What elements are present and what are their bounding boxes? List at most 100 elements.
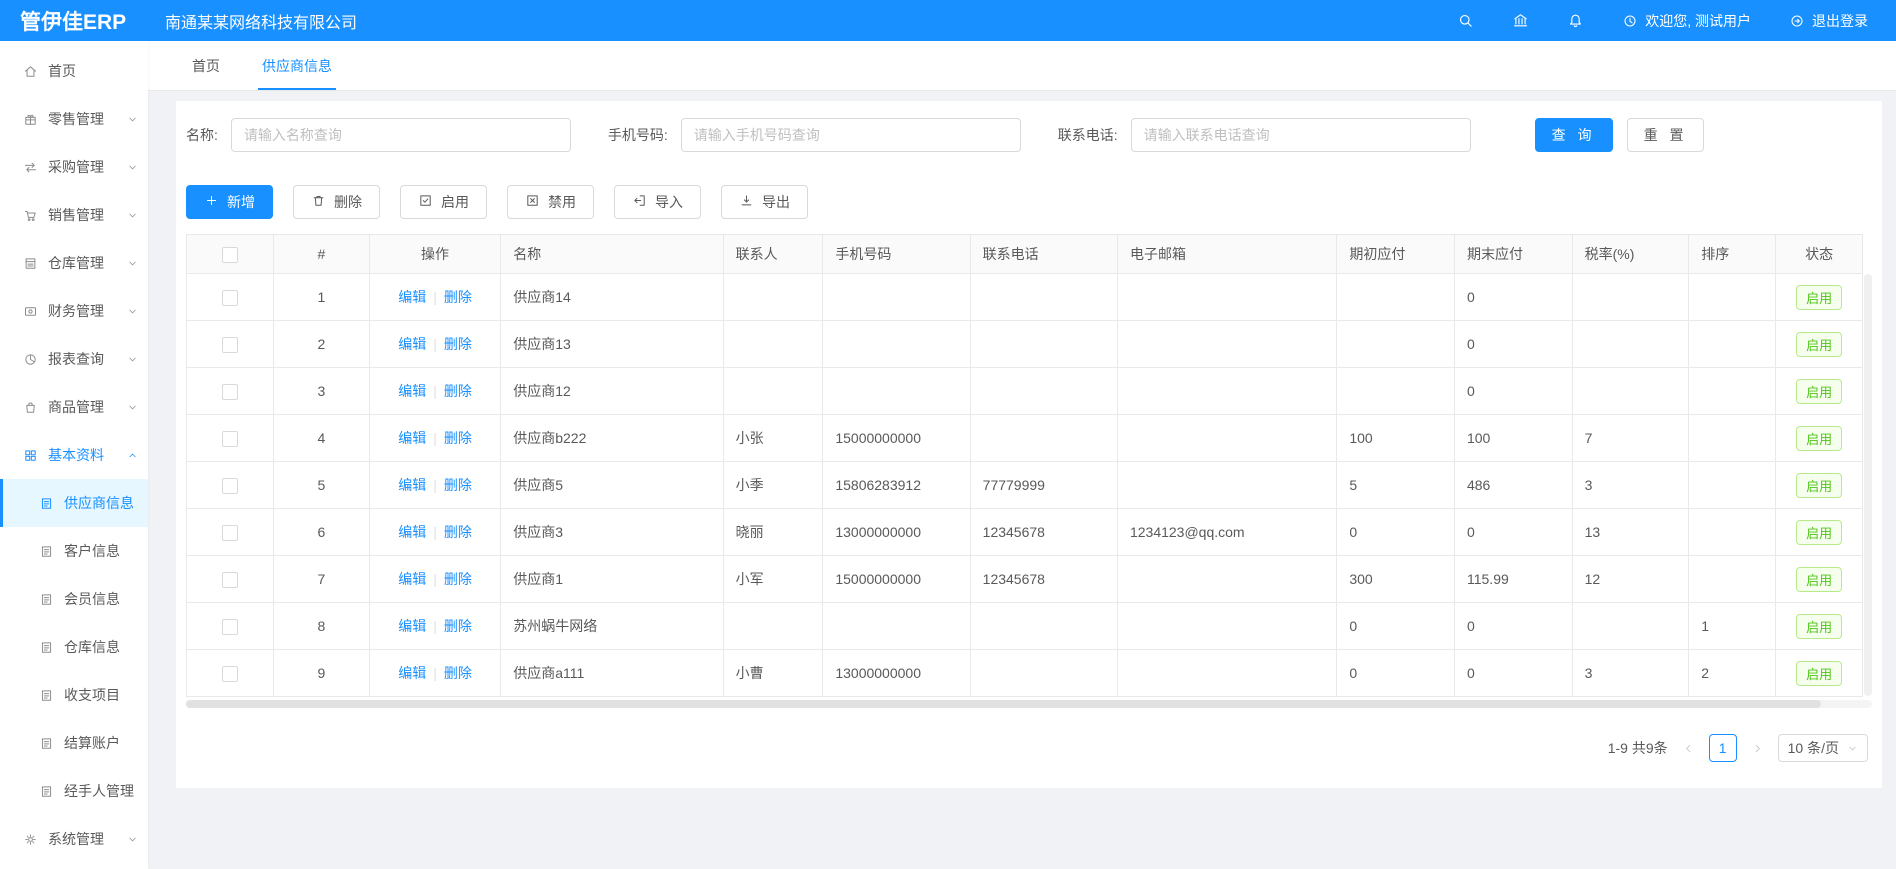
sidebar-item-goods-mgmt[interactable]: 商品管理 xyxy=(0,383,148,431)
delete-link[interactable]: 删除 xyxy=(444,665,472,681)
cell-mobile xyxy=(823,603,970,650)
sidebar: 首页零售管理采购管理销售管理仓库管理财务管理报表查询商品管理基本资料供应商信息客… xyxy=(0,41,148,869)
cell-tax: 12 xyxy=(1572,556,1689,603)
import-button[interactable]: 导入 xyxy=(614,185,701,219)
cell-name: 苏州蜗牛网络 xyxy=(501,603,723,650)
add-button[interactable]: 新增 xyxy=(186,185,273,219)
cell-email xyxy=(1117,603,1336,650)
bank-icon[interactable] xyxy=(1512,12,1529,29)
sidebar-item-warehouse-info[interactable]: 仓库信息 xyxy=(0,623,148,671)
delete-link[interactable]: 删除 xyxy=(444,571,472,587)
export-button[interactable]: 导出 xyxy=(721,185,808,219)
welcome-user[interactable]: 欢迎您, 测试用户 xyxy=(1622,11,1751,31)
row-select-cell xyxy=(187,509,274,556)
row-actions: 编辑|删除 xyxy=(369,321,500,368)
status-badge: 启用 xyxy=(1796,332,1842,357)
horizontal-scrollbar[interactable] xyxy=(186,700,1872,708)
sidebar-item-supplier-info[interactable]: 供应商信息 xyxy=(0,479,148,527)
delete-link[interactable]: 删除 xyxy=(444,289,472,305)
edit-link[interactable]: 编辑 xyxy=(398,336,426,352)
tab-home[interactable]: 首页 xyxy=(171,41,241,90)
column-header: 联系电话 xyxy=(970,235,1117,274)
row-checkbox[interactable] xyxy=(222,619,238,635)
delete-link[interactable]: 删除 xyxy=(444,383,472,399)
delete-button[interactable]: 删除 xyxy=(293,185,380,219)
sidebar-item-home[interactable]: 首页 xyxy=(0,47,148,95)
search-button[interactable]: 查 询 xyxy=(1535,118,1613,152)
cell-name: 供应商a111 xyxy=(501,650,723,697)
cell-contact xyxy=(723,368,823,415)
edit-link[interactable]: 编辑 xyxy=(398,430,426,446)
sidebar-item-member-info[interactable]: 会员信息 xyxy=(0,575,148,623)
search-icon[interactable] xyxy=(1457,12,1474,29)
mobile-filter-input[interactable] xyxy=(681,118,1021,152)
page-size-select[interactable]: 10 条/页 xyxy=(1778,734,1868,762)
row-checkbox[interactable] xyxy=(222,666,238,682)
sidebar-item-label: 系统管理 xyxy=(48,829,104,849)
cell-sort xyxy=(1689,368,1776,415)
edit-link[interactable]: 编辑 xyxy=(398,383,426,399)
column-header: 联系人 xyxy=(723,235,823,274)
row-actions: 编辑|删除 xyxy=(369,462,500,509)
doc-icon xyxy=(39,784,54,799)
cell-name: 供应商b222 xyxy=(501,415,723,462)
edit-link[interactable]: 编辑 xyxy=(398,289,426,305)
sidebar-item-sales-mgmt[interactable]: 销售管理 xyxy=(0,191,148,239)
edit-link[interactable]: 编辑 xyxy=(398,524,426,540)
disable-button[interactable]: 禁用 xyxy=(507,185,594,219)
row-checkbox[interactable] xyxy=(222,337,238,353)
current-page-button[interactable]: 1 xyxy=(1709,734,1737,762)
tab-supplier-info[interactable]: 供应商信息 xyxy=(241,41,353,90)
action-separator: | xyxy=(433,665,437,681)
prev-page-button[interactable] xyxy=(1682,742,1695,755)
sidebar-item-report-query[interactable]: 报表查询 xyxy=(0,335,148,383)
column-header: 排序 xyxy=(1689,235,1776,274)
row-checkbox[interactable] xyxy=(222,290,238,306)
sidebar-item-finance-mgmt[interactable]: 财务管理 xyxy=(0,287,148,335)
row-checkbox[interactable] xyxy=(222,478,238,494)
delete-link[interactable]: 删除 xyxy=(444,524,472,540)
phone-filter-input[interactable] xyxy=(1131,118,1471,152)
cell-closing: 0 xyxy=(1454,368,1572,415)
sidebar-item-customer-info[interactable]: 客户信息 xyxy=(0,527,148,575)
basic-icon xyxy=(23,448,38,463)
cell-sort: 1 xyxy=(1689,603,1776,650)
edit-link[interactable]: 编辑 xyxy=(398,571,426,587)
row-checkbox[interactable] xyxy=(222,384,238,400)
sidebar-item-income-expense[interactable]: 收支项目 xyxy=(0,671,148,719)
sidebar-item-retail-mgmt[interactable]: 零售管理 xyxy=(0,95,148,143)
delete-link[interactable]: 删除 xyxy=(444,430,472,446)
sidebar-item-basic-data[interactable]: 基本资料 xyxy=(0,431,148,479)
logout-button[interactable]: 退出登录 xyxy=(1789,11,1868,31)
row-checkbox[interactable] xyxy=(222,572,238,588)
cell-opening: 0 xyxy=(1337,650,1455,697)
cell-contact xyxy=(723,603,823,650)
delete-link[interactable]: 删除 xyxy=(444,477,472,493)
edit-link[interactable]: 编辑 xyxy=(398,477,426,493)
cell-opening: 300 xyxy=(1337,556,1455,603)
next-page-button[interactable] xyxy=(1751,742,1764,755)
bell-icon[interactable] xyxy=(1567,12,1584,29)
sidebar-item-purchase-mgmt[interactable]: 采购管理 xyxy=(0,143,148,191)
table-row: 9编辑|删除供应商a111小曹130000000000032启用 xyxy=(187,650,1863,697)
sidebar-item-system-mgmt[interactable]: 系统管理 xyxy=(0,815,148,863)
sidebar-item-settlement-account[interactable]: 结算账户 xyxy=(0,719,148,767)
select-all-checkbox[interactable] xyxy=(222,247,238,263)
delete-link[interactable]: 删除 xyxy=(444,618,472,634)
finance-icon xyxy=(23,304,38,319)
row-index: 5 xyxy=(273,462,369,509)
name-filter-input[interactable] xyxy=(231,118,571,152)
edit-link[interactable]: 编辑 xyxy=(398,665,426,681)
row-checkbox[interactable] xyxy=(222,431,238,447)
sidebar-item-warehouse-mgmt[interactable]: 仓库管理 xyxy=(0,239,148,287)
horizontal-scrollbar-thumb[interactable] xyxy=(186,700,1821,708)
doc-icon xyxy=(39,592,54,607)
vertical-scrollbar[interactable] xyxy=(1864,274,1872,696)
edit-link[interactable]: 编辑 xyxy=(398,618,426,634)
sidebar-item-handler-mgmt[interactable]: 经手人管理 xyxy=(0,767,148,815)
enable-button[interactable]: 启用 xyxy=(400,185,487,219)
status-badge: 启用 xyxy=(1796,285,1842,310)
delete-link[interactable]: 删除 xyxy=(444,336,472,352)
row-checkbox[interactable] xyxy=(222,525,238,541)
reset-button[interactable]: 重 置 xyxy=(1627,118,1705,152)
